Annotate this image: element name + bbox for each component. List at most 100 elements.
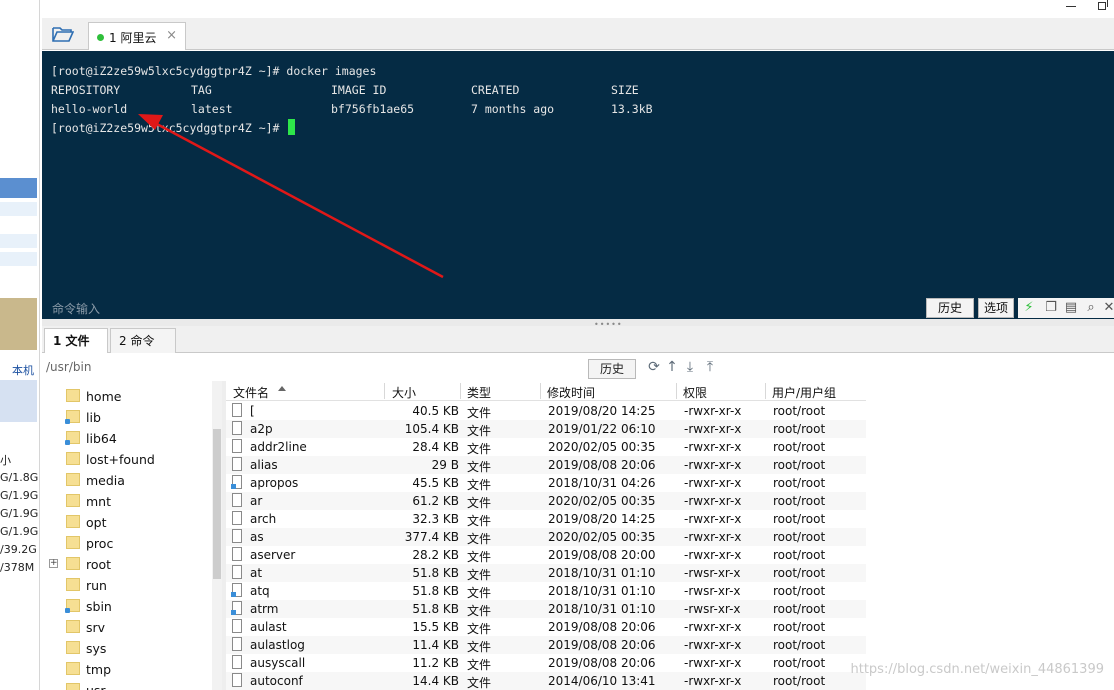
terminal-header-line: REPOSITORY TAG IMAGE ID CREATED SIZE xyxy=(51,81,639,100)
column-separator[interactable] xyxy=(676,383,677,399)
table-row[interactable]: autoconf 14.4 KB 文件 2014/06/10 13:41 -rwxr-x… xyxy=(226,672,866,690)
header-modified[interactable]: 修改时间 xyxy=(547,384,595,401)
cell-size: 11.2 KB xyxy=(412,656,459,670)
folder-icon xyxy=(66,452,80,465)
cell-filename: [ xyxy=(250,404,255,418)
table-row[interactable]: ar 61.2 KB 文件 2020/02/05 00:35 -rwxr-xr-x roo… xyxy=(226,492,866,510)
tree-item[interactable]: home xyxy=(42,386,214,407)
cell-modified: 2018/10/31 01:10 xyxy=(548,566,656,580)
cell-owner: root/root xyxy=(773,494,826,508)
table-row[interactable]: aulast 15.5 KB 文件 2019/08/08 20:06 -rwxr-xr-… xyxy=(226,618,866,636)
table-row[interactable]: at 51.8 KB 文件 2018/10/31 01:10 -rwsr-xr-x roo… xyxy=(226,564,866,582)
column-separator[interactable] xyxy=(765,383,766,399)
window-controls xyxy=(1034,0,1114,14)
column-separator[interactable] xyxy=(384,383,385,399)
tree-item[interactable]: srv xyxy=(42,617,214,638)
table-row[interactable]: as 377.4 KB 文件 2020/02/05 00:35 -rwxr-xr-x ro… xyxy=(226,528,866,546)
cell-repository: hello-world xyxy=(51,102,128,116)
copy-icon[interactable]: ❐ xyxy=(1044,301,1058,315)
table-row[interactable]: aserver 28.2 KB 文件 2019/08/08 20:00 -rwxr-xr… xyxy=(226,546,866,564)
minimize-icon[interactable] xyxy=(1066,6,1076,7)
options-button[interactable]: 选项 xyxy=(978,298,1014,318)
upload-icon[interactable]: ⤒ xyxy=(702,358,718,376)
tree-item[interactable]: mnt xyxy=(42,491,214,512)
tree-item-label: root xyxy=(86,557,112,572)
lightning-icon[interactable]: ⚡ xyxy=(1022,301,1036,315)
download-icon[interactable]: ⤓ xyxy=(682,358,698,376)
column-separator[interactable] xyxy=(540,383,541,399)
open-folder-icon[interactable] xyxy=(52,26,74,42)
history-button[interactable]: 历史 xyxy=(926,298,974,318)
cell-owner: root/root xyxy=(773,458,826,472)
header-type[interactable]: 类型 xyxy=(467,384,491,401)
cell-filename: addr2line xyxy=(250,440,307,454)
path-input[interactable]: /usr/bin xyxy=(46,357,578,377)
tree-item[interactable]: usr xyxy=(42,680,214,690)
header-size[interactable]: 大小 xyxy=(392,384,416,401)
cell-filename: atrm xyxy=(250,602,279,616)
header-filename[interactable]: 文件名 xyxy=(233,384,269,401)
sort-ascending-icon xyxy=(278,386,286,391)
tree-item[interactable]: sbin xyxy=(42,596,214,617)
col-image-id: IMAGE ID xyxy=(331,83,387,97)
file-icon xyxy=(232,511,242,525)
column-separator[interactable] xyxy=(460,383,461,399)
tree-scrollbar[interactable] xyxy=(212,381,222,690)
cell-type: 文件 xyxy=(467,640,492,654)
tree-item[interactable]: media xyxy=(42,470,214,491)
tree-item-label: lib xyxy=(86,410,101,425)
table-row[interactable]: atq 51.8 KB 文件 2018/10/31 01:10 -rwsr-xr-x ro… xyxy=(226,582,866,600)
search-icon[interactable]: ⌕ xyxy=(1084,301,1098,315)
paste-icon[interactable]: ▤ xyxy=(1064,301,1078,315)
table-row[interactable]: alias 29 B 文件 2019/08/08 20:06 -rwxr-xr-x roo… xyxy=(226,456,866,474)
file-link-icon xyxy=(231,475,242,489)
cell-type: 文件 xyxy=(467,550,492,564)
expand-icon[interactable]: + xyxy=(49,559,58,568)
header-owner[interactable]: 用户/用户组 xyxy=(772,384,836,401)
restore-icon[interactable] xyxy=(1098,0,1108,10)
table-row[interactable]: arch 32.3 KB 文件 2019/08/20 14:25 -rwxr-xr-x r… xyxy=(226,510,866,528)
command-input[interactable]: 命令输入 xyxy=(52,300,100,317)
tree-item[interactable]: run xyxy=(42,575,214,596)
table-row[interactable]: aulastlog 11.4 KB 文件 2019/08/08 20:06 -rwxr-… xyxy=(226,636,866,654)
cell-filename: as xyxy=(250,530,264,544)
tab-commands[interactable]: 2 命令 xyxy=(110,328,176,353)
tree-item[interactable]: lib64 xyxy=(42,428,214,449)
cell-type: 文件 xyxy=(467,586,492,600)
file-icon xyxy=(232,565,242,579)
cell-permissions: -rwxr-xr-x xyxy=(684,458,742,472)
table-row[interactable]: a2p 105.4 KB 文件 2019/01/22 06:10 -rwxr-xr-x r… xyxy=(226,420,866,438)
cell-modified: 2018/10/31 04:26 xyxy=(548,476,656,490)
tree-item[interactable]: sys xyxy=(42,638,214,659)
tab-aliyun[interactable]: 1 阿里云 × xyxy=(88,22,186,50)
refresh-icon[interactable]: ⟳ xyxy=(646,358,662,376)
tree-item[interactable]: proc xyxy=(42,533,214,554)
tree-item[interactable]: lib xyxy=(42,407,214,428)
clear-icon[interactable]: ✕ xyxy=(1102,301,1114,315)
pane-splitter[interactable]: ••••• xyxy=(42,319,1114,329)
up-icon[interactable]: ↑ xyxy=(664,358,680,376)
tree-item[interactable]: lost+found xyxy=(42,449,214,470)
folder-icon xyxy=(66,494,80,507)
table-row[interactable]: addr2line 28.4 KB 文件 2020/02/05 00:35 -rwxr-… xyxy=(226,438,866,456)
tree-item-label: lib64 xyxy=(86,431,117,446)
table-row[interactable]: [40.5 KB 文件 2019/08/20 14:25 -rwxr-xr-x root… xyxy=(226,402,866,420)
tree-item[interactable]: tmp xyxy=(42,659,214,680)
tree-item-label: sbin xyxy=(86,599,112,614)
tree-scroll-thumb[interactable] xyxy=(213,429,221,579)
cell-image-id: bf756fb1ae65 xyxy=(331,102,415,116)
cell-modified: 2014/06/10 13:41 xyxy=(548,674,656,688)
tab-files[interactable]: 1 文件 xyxy=(44,328,108,353)
close-icon[interactable]: × xyxy=(166,28,177,43)
path-history-button[interactable]: 历史 xyxy=(588,359,636,379)
table-row[interactable]: atrm 51.8 KB 文件 2018/10/31 01:10 -rwsr-xr-x r… xyxy=(226,600,866,618)
tree-item[interactable]: opt xyxy=(42,512,214,533)
tree-item[interactable]: + root xyxy=(42,554,214,575)
terminal-pane[interactable]: [root@iZ2ze59w5lxc5cydggtpr4Z ~]# docker… xyxy=(42,51,1114,319)
folder-icon xyxy=(66,515,80,528)
table-row[interactable]: apropos 45.5 KB 文件 2018/10/31 04:26 -rwxr-xr… xyxy=(226,474,866,492)
cell-permissions: -rwsr-xr-x xyxy=(684,602,741,616)
table-row[interactable]: ausyscall 11.2 KB 文件 2019/08/08 20:06 -rwxr-… xyxy=(226,654,866,672)
header-permissions[interactable]: 权限 xyxy=(683,384,707,401)
sliver-graph xyxy=(0,298,37,350)
